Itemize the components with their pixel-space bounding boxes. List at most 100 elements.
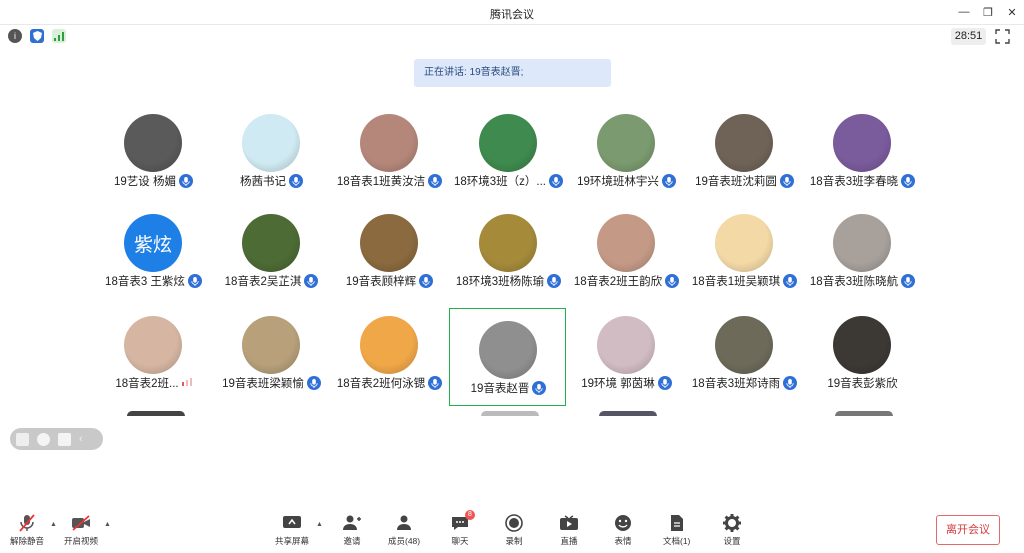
participant-name: 18环境3班（z）...	[453, 176, 547, 188]
participant-tile[interactable]: 18音表2班何泳锶	[331, 304, 448, 402]
participant-name-row: 18环境3班（z）...	[450, 173, 567, 189]
invite-label: 邀请	[343, 536, 361, 546]
participant-tile[interactable]: 18环境3班杨陈瑜	[450, 202, 567, 300]
fullscreen-icon[interactable]	[995, 29, 1010, 44]
document-icon	[667, 514, 687, 532]
docs-button[interactable]: 文档(1)	[663, 514, 690, 547]
participant-tile[interactable]: 紫炫 18音表3 王紫炫	[95, 202, 212, 300]
emoji-label: 表情	[614, 536, 632, 546]
mic-icon	[549, 174, 564, 188]
settings-button[interactable]: 设置	[722, 514, 742, 547]
mic-icon	[783, 376, 798, 390]
members-button[interactable]: 成员(48)	[388, 514, 420, 547]
speaking-indicator: 正在讲话: 19音表赵晋;	[414, 59, 611, 87]
minimize-button[interactable]: —	[953, 3, 975, 21]
avatar	[242, 114, 300, 172]
participant-tile[interactable]: 18环境3班（z）...	[450, 102, 567, 200]
participant-name: 19环境 郭茵琳	[581, 378, 655, 390]
participant-tile[interactable]: 19环境 郭茵琳	[568, 304, 685, 402]
mic-icon	[179, 174, 193, 188]
participant-tile[interactable]: 杨茜书记	[213, 102, 330, 200]
emoji-icon[interactable]	[37, 432, 50, 446]
participant-name: 18音表2吴芷淇	[224, 276, 302, 288]
participant-tile[interactable]: 18音表3班陈晓航	[804, 202, 921, 300]
participant-name-row: 18音表2班何泳锶	[331, 375, 448, 391]
partial-avatar	[599, 411, 657, 416]
participant-tile[interactable]: 18音表2班...	[95, 304, 212, 402]
mic-icon	[532, 381, 547, 395]
meeting-timer: 28:51	[951, 28, 986, 45]
shield-icon[interactable]	[30, 29, 44, 43]
members-icon	[394, 514, 414, 532]
invite-button[interactable]: 邀请	[342, 514, 362, 547]
mic-icon	[187, 274, 202, 288]
chat-label: 聊天	[451, 536, 469, 546]
window-title: 腾讯会议	[490, 9, 534, 21]
participant-name-row: 18音表2班...	[95, 375, 212, 391]
participant-tile[interactable]: 18音表1班黄汝洁	[331, 102, 448, 200]
participant-tile[interactable]: 18音表2吴芷淇	[213, 202, 330, 300]
avatar	[597, 316, 655, 374]
mic-icon	[419, 274, 434, 288]
floating-view-bar[interactable]: ‹	[10, 428, 103, 450]
emoji-button[interactable]: 表情	[613, 514, 633, 547]
avatar	[715, 316, 773, 374]
participant-name-row: 19音表班梁颖愉	[213, 375, 330, 391]
audio-options-caret[interactable]: ▲	[50, 521, 57, 528]
video-options-caret[interactable]: ▲	[104, 521, 111, 528]
participant-tile[interactable]: 18音表1班吴颖琪	[686, 202, 803, 300]
live-button[interactable]: 直播	[559, 514, 579, 547]
share-screen-button[interactable]: 共享屏幕	[275, 514, 309, 547]
avatar	[833, 214, 891, 272]
mic-icon	[901, 174, 916, 188]
grid-view-icon[interactable]	[16, 432, 29, 446]
participant-name-row: 18音表3班李春晓	[804, 173, 921, 189]
participant-tile[interactable]: 19艺设 杨媚	[95, 102, 212, 200]
info-icon[interactable]: i	[8, 29, 22, 43]
record-icon	[504, 514, 524, 532]
participant-tile[interactable]: 19音表彭紫欣	[804, 304, 921, 402]
camera-off-icon	[71, 514, 91, 532]
partial-avatar	[481, 411, 539, 416]
participant-name-row: 18音表3班陈晓航	[804, 273, 921, 289]
share-screen-label: 共享屏幕	[275, 536, 310, 546]
participant-name-row: 18音表3班郑诗雨	[686, 375, 803, 391]
participant-tile[interactable]: 19环境班林宇兴	[568, 102, 685, 200]
record-button[interactable]: 录制	[504, 514, 524, 547]
unmute-button[interactable]: 解除静音	[10, 514, 44, 547]
meeting-toolbar: 解除静音 ▲ 开启视频 ▲ 共享屏幕 ▲ 邀请 成员(48) 8 聊天 录制 直…	[0, 509, 1024, 553]
participant-name: 19环境班林宇兴	[577, 176, 659, 188]
participant-tile[interactable]: 18音表3班郑诗雨	[686, 304, 803, 402]
participant-name: 19音表赵晋	[470, 383, 530, 395]
mic-muted-icon	[17, 514, 37, 532]
live-label: 直播	[560, 536, 578, 546]
members-label: 成员(48)	[388, 536, 421, 546]
participant-tile[interactable]: 18音表3班李春晓	[804, 102, 921, 200]
participant-name: 18音表1班吴颖琪	[691, 276, 781, 288]
participant-name: 18音表2班何泳锶	[336, 378, 426, 390]
restore-button[interactable]: ❐	[977, 3, 999, 21]
participant-name: 18环境3班杨陈瑜	[455, 276, 545, 288]
avatar	[242, 316, 300, 374]
gear-icon	[722, 514, 742, 532]
participant-name-row: 19音表班沈莉圆	[686, 173, 803, 189]
leave-meeting-button[interactable]: 离开会议	[936, 515, 1000, 545]
chat-button[interactable]: 8 聊天	[450, 510, 475, 547]
participant-tile[interactable]: 19音表赵晋	[449, 308, 566, 406]
participant-tile[interactable]: 19音表班梁颖愉	[213, 304, 330, 402]
participant-tile[interactable]: 19音表顾梓辉	[331, 202, 448, 300]
participant-name-row: 18音表2班王韵欣	[568, 273, 685, 289]
participant-name-row: 18音表1班黄汝洁	[331, 173, 448, 189]
avatar: 紫炫	[124, 214, 182, 272]
participant-tile[interactable]: 18音表2班王韵欣	[568, 202, 685, 300]
mic-icon	[428, 376, 443, 390]
start-video-button[interactable]: 开启视频	[64, 514, 98, 547]
info-bar: i 28:51	[0, 25, 1024, 47]
mic-icon	[665, 274, 680, 288]
signal-icon[interactable]	[52, 29, 66, 43]
participant-tile[interactable]: 19音表班沈莉圆	[686, 102, 803, 200]
close-button[interactable]: ✕	[1001, 3, 1023, 21]
chat-icon[interactable]	[58, 432, 71, 446]
collapse-icon[interactable]: ‹	[79, 433, 92, 446]
share-options-caret[interactable]: ▲	[316, 521, 323, 528]
